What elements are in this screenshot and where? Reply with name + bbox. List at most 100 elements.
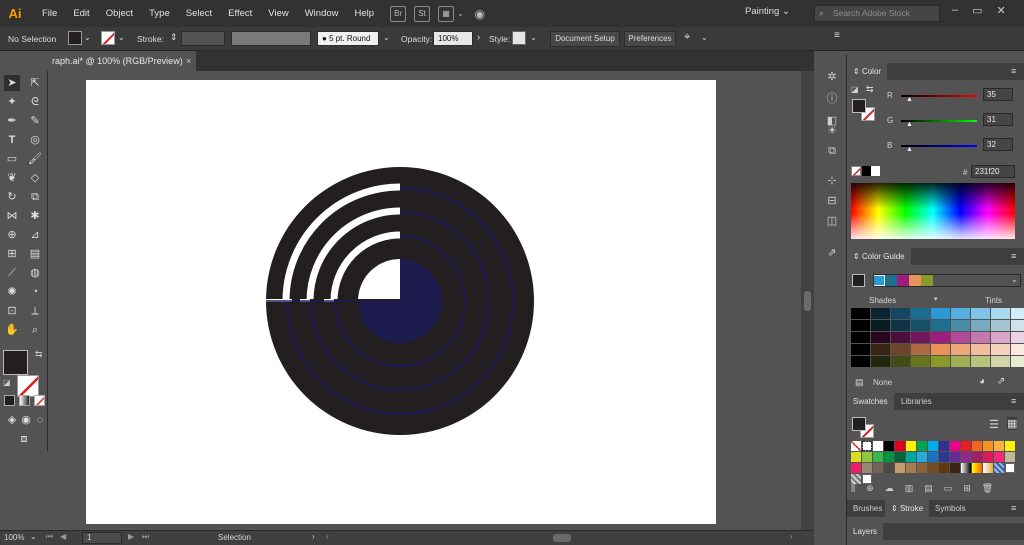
document-setup-button[interactable]: Document Setup: [550, 31, 620, 47]
harmony-color-1[interactable]: [873, 275, 885, 286]
transform-icon[interactable]: ⊹: [825, 174, 839, 188]
panel-menu-icon[interactable]: ≡: [1011, 396, 1016, 406]
g-slider-thumb[interactable]: ▲: [906, 121, 913, 128]
guide-cell[interactable]: [951, 356, 970, 367]
asset-export-icon[interactable]: ⇗: [825, 246, 839, 260]
document-tab[interactable]: raph.ai* @ 100% (RGB/Preview) ×: [48, 51, 196, 71]
chevron-down-icon[interactable]: ⌄: [118, 33, 125, 42]
arrange-documents-icon[interactable]: ▦: [438, 5, 455, 22]
guide-cell[interactable]: [951, 332, 970, 343]
search-input[interactable]: ⌕ Search Adobe Stock: [814, 5, 940, 22]
eyedropper-tool-icon[interactable]: ⟋: [4, 265, 20, 281]
maximize-icon[interactable]: ▭: [972, 4, 982, 17]
swatch-cell[interactable]: [884, 452, 894, 462]
guide-cell[interactable]: [911, 332, 930, 343]
swatch-cell[interactable]: [1005, 463, 1015, 473]
brushes-tab[interactable]: Brushes: [847, 500, 889, 517]
swatch-cell[interactable]: [983, 441, 993, 451]
new-group-icon[interactable]: ▭: [944, 483, 953, 497]
pen-tool-icon[interactable]: ✒: [4, 113, 20, 129]
guide-cell[interactable]: [951, 344, 970, 355]
direct-selection-tool-icon[interactable]: ⇱: [27, 75, 43, 91]
swatch-cell[interactable]: [972, 441, 982, 451]
panel-menu-icon[interactable]: ≡: [1011, 503, 1016, 513]
swatch-cell[interactable]: [884, 441, 894, 451]
swatch-cell[interactable]: [1005, 441, 1015, 451]
guide-cell[interactable]: [851, 344, 870, 355]
selection-tool-icon[interactable]: ➤: [4, 75, 20, 91]
guide-cell[interactable]: [931, 332, 950, 343]
swatch-cell[interactable]: [983, 452, 993, 462]
swatch-cell[interactable]: [994, 452, 1004, 462]
guide-cell[interactable]: [1011, 332, 1024, 343]
width-tool-icon[interactable]: ⋈: [4, 208, 20, 224]
chevron-down-icon[interactable]: ⌄: [383, 33, 390, 42]
previous-artboard-icon[interactable]: ◀: [60, 532, 66, 541]
chevron-down-icon[interactable]: ⌄: [701, 33, 708, 42]
blend-tool-icon[interactable]: ◍: [27, 265, 43, 281]
guide-cell[interactable]: [931, 320, 950, 331]
swap-colors-icon[interactable]: ⇆: [866, 84, 874, 95]
guide-cell[interactable]: [891, 332, 910, 343]
hex-value-field[interactable]: 231f20: [971, 165, 1015, 178]
next-artboard-icon[interactable]: ▶: [128, 532, 134, 541]
swatch-cell[interactable]: [917, 441, 927, 451]
list-view-icon[interactable]: ☰: [989, 418, 999, 431]
artboard-number-field[interactable]: 1: [82, 532, 122, 544]
guide-cell[interactable]: [991, 344, 1010, 355]
swatch-cell[interactable]: [928, 441, 938, 451]
guide-cell[interactable]: [911, 320, 930, 331]
swatch-cell[interactable]: [895, 452, 905, 462]
base-color-swatch[interactable]: [852, 274, 865, 287]
swatch-cell[interactable]: [851, 463, 861, 473]
fill-indicator[interactable]: [3, 350, 28, 375]
swatch-cell[interactable]: [895, 463, 905, 473]
cloud-icon[interactable]: ☁: [885, 483, 894, 497]
first-artboard-icon[interactable]: ⏮: [46, 532, 53, 542]
guide-cell[interactable]: [1011, 320, 1024, 331]
r-value-field[interactable]: 35: [983, 88, 1013, 101]
white-color-chip[interactable]: [871, 166, 880, 176]
eraser-tool-icon[interactable]: ◇: [27, 170, 43, 186]
graphic-style-swatch[interactable]: [512, 31, 526, 45]
graph-tool-icon[interactable]: ◔: [27, 284, 43, 300]
swatch-library-icon[interactable]: ⫼: [851, 483, 855, 497]
edit-colors-icon[interactable]: ◕: [979, 376, 985, 387]
guide-cell[interactable]: [891, 356, 910, 367]
zoom-level[interactable]: 100%: [4, 533, 24, 542]
guide-cell[interactable]: [971, 308, 990, 319]
guide-cell[interactable]: [991, 332, 1010, 343]
chevron-down-icon[interactable]: ⌄: [84, 33, 91, 42]
swatch-cell[interactable]: [917, 463, 927, 473]
swatch-cell[interactable]: [950, 463, 960, 473]
fill-indicator[interactable]: [852, 99, 866, 113]
swatch-cell[interactable]: [884, 463, 894, 473]
stock-button[interactable]: St: [414, 5, 431, 22]
type-tool-icon[interactable]: T: [4, 132, 20, 148]
stroke-stepper-icon[interactable]: ⇕: [170, 32, 178, 43]
none-color-icon[interactable]: [851, 166, 861, 176]
scale-tool-icon[interactable]: ⧉: [27, 189, 43, 205]
guide-cell[interactable]: [871, 308, 890, 319]
menu-select[interactable]: Select: [178, 8, 220, 19]
guide-cell[interactable]: [971, 320, 990, 331]
harmony-color-3[interactable]: [897, 275, 909, 286]
swatch-cell[interactable]: [972, 463, 982, 473]
swatch-cell[interactable]: [873, 441, 883, 451]
menu-type[interactable]: Type: [141, 8, 178, 19]
swatch-cell[interactable]: [851, 441, 861, 451]
guide-cell[interactable]: [911, 308, 930, 319]
harmony-color-5[interactable]: [921, 275, 933, 286]
swatch-cell[interactable]: [862, 452, 872, 462]
chevron-down-icon[interactable]: ⌄: [1011, 275, 1018, 284]
guide-cell[interactable]: [891, 344, 910, 355]
swatch-library-icon[interactable]: ▤: [855, 377, 864, 388]
swatch-cell[interactable]: [994, 441, 1004, 451]
guide-cell[interactable]: [871, 344, 890, 355]
align-panel-icon[interactable]: ⊟: [825, 194, 839, 208]
horizontal-scroll-thumb[interactable]: [553, 534, 571, 542]
scroll-left-icon[interactable]: ‹: [326, 532, 329, 541]
spiral-tool-icon[interactable]: ◎: [27, 132, 43, 148]
swatch-cell[interactable]: [961, 463, 971, 473]
screen-mode-icon[interactable]: ⧈: [16, 431, 32, 447]
